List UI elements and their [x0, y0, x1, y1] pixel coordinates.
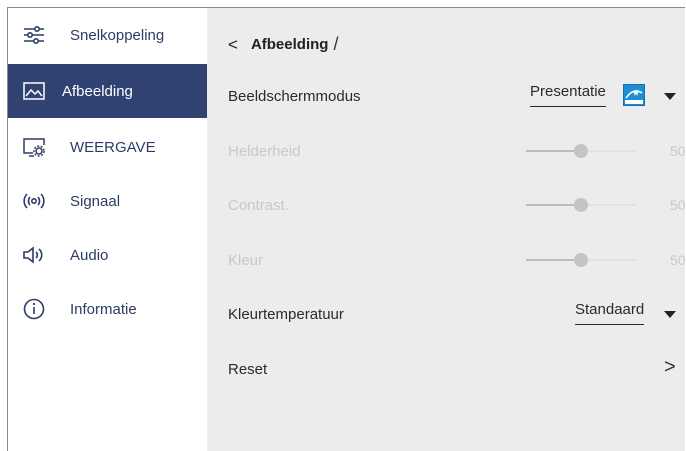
color-value: 50 — [670, 252, 685, 268]
reset-row[interactable]: Reset > — [228, 354, 678, 384]
color-temperature-row[interactable]: Kleurtemperatuur Standaard — [228, 299, 678, 329]
slider-knob — [574, 198, 588, 212]
breadcrumb-separator: / — [333, 34, 339, 54]
chevron-down-icon[interactable] — [664, 93, 676, 100]
color-temperature-label: Kleurtemperatuur — [228, 305, 344, 323]
sidebar-item-label: Snelkoppeling — [70, 26, 165, 44]
chevron-down-icon[interactable] — [664, 311, 676, 318]
sidebar-item-label: Signaal — [70, 192, 121, 210]
color-row: Kleur 50 — [228, 245, 685, 275]
breadcrumb: < Afbeelding / — [228, 34, 338, 55]
sidebar-item-label: WEERGAVE — [70, 138, 156, 156]
color-temperature-select[interactable]: Standaard — [575, 301, 645, 325]
slider-fill — [526, 204, 581, 206]
slider-fill — [526, 150, 581, 152]
sidebar-item-weergave[interactable]: WEERGAVE — [8, 120, 207, 174]
picture-icon — [22, 79, 46, 103]
speaker-icon — [22, 243, 46, 267]
contrast-value: 50 — [670, 197, 685, 213]
sidebar-item-label: Informatie — [70, 300, 137, 318]
slider-knob — [574, 144, 588, 158]
page-title: Afbeelding — [250, 36, 329, 53]
sidebar: Snelkoppeling Afbeelding WEERGAVE Signaa… — [8, 8, 207, 451]
back-button[interactable]: < — [228, 35, 238, 55]
reset-label: Reset — [228, 360, 268, 378]
contrast-slider — [526, 198, 636, 212]
sliders-icon — [22, 23, 46, 47]
brightness-value: 50 — [670, 143, 685, 159]
contrast-label: Contrast. — [228, 196, 289, 214]
energy-star-icon — [623, 84, 645, 106]
contrast-row: Contrast. 50 — [228, 190, 685, 220]
display-mode-row[interactable]: Beeldschermmodus Presentatie — [228, 81, 678, 111]
window-frame: Snelkoppeling Afbeelding WEERGAVE Signaa… — [7, 7, 685, 451]
sidebar-item-afbeelding[interactable]: Afbeelding — [8, 64, 207, 118]
sidebar-item-snelkoppeling[interactable]: Snelkoppeling — [8, 8, 207, 62]
sidebar-item-informatie[interactable]: Informatie — [8, 282, 207, 336]
slider-fill — [526, 259, 581, 261]
brightness-row: Helderheid 50 — [228, 136, 685, 166]
slider-knob — [574, 253, 588, 267]
color-temperature-value: Standaard — [575, 301, 645, 325]
chevron-right-icon[interactable]: > — [664, 356, 676, 379]
color-label: Kleur — [228, 251, 264, 269]
display-settings-icon — [22, 135, 46, 159]
display-mode-label: Beeldschermmodus — [228, 87, 361, 105]
display-mode-value: Presentatie — [530, 83, 606, 107]
color-slider — [526, 253, 636, 267]
settings-panel: < Afbeelding / Beeldschermmodus Presenta… — [207, 8, 685, 451]
brightness-label: Helderheid — [228, 142, 301, 160]
display-mode-select[interactable]: Presentatie — [530, 83, 606, 107]
signal-icon — [22, 189, 46, 213]
info-icon — [22, 297, 46, 321]
sidebar-item-signaal[interactable]: Signaal — [8, 174, 207, 228]
sidebar-item-label: Afbeelding — [62, 82, 133, 100]
sidebar-item-label: Audio — [70, 246, 109, 264]
brightness-slider — [526, 144, 636, 158]
sidebar-item-audio[interactable]: Audio — [8, 228, 207, 282]
